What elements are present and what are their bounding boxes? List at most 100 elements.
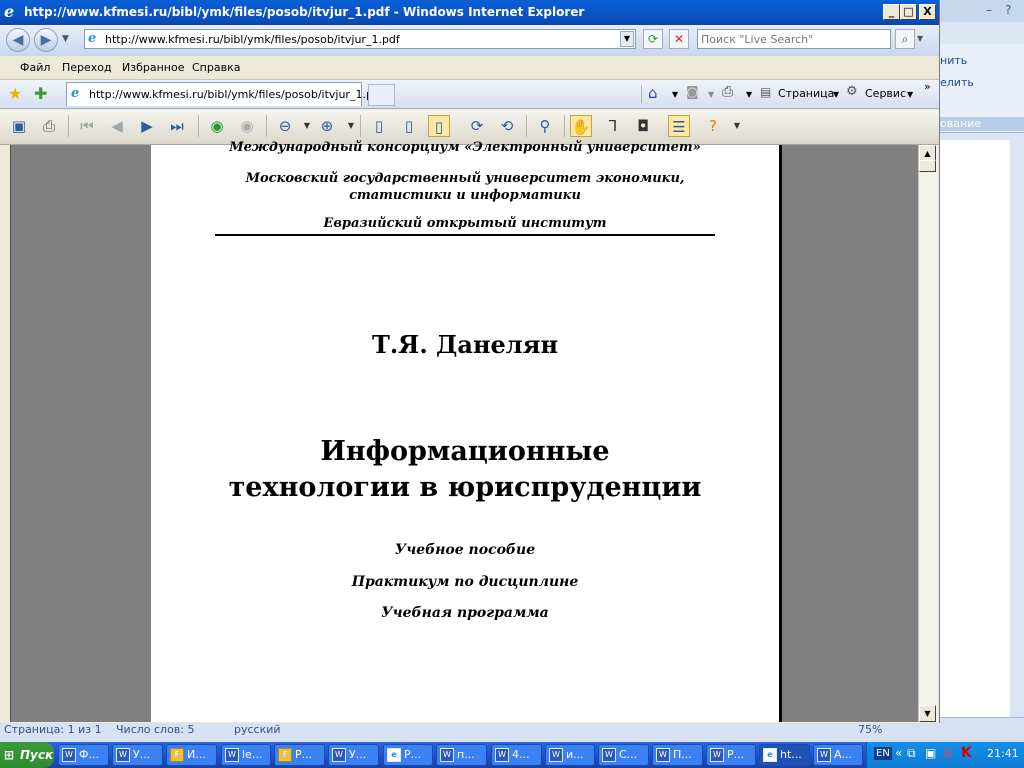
language-indicator[interactable]: EN: [874, 747, 892, 760]
print-pdf-icon[interactable]: ⎙: [38, 115, 60, 137]
back-button[interactable]: ◀: [6, 28, 30, 52]
add-favorite-icon[interactable]: ✚: [34, 84, 47, 103]
print-icon[interactable]: ⎙: [722, 84, 733, 100]
search-box[interactable]: [697, 29, 891, 49]
service-dropdown-icon[interactable]: ▼: [907, 90, 913, 99]
taskbar-item[interactable]: W У...: [328, 744, 379, 766]
history-dropdown-icon[interactable]: ▼: [62, 34, 69, 44]
minimize-button[interactable]: _: [883, 4, 900, 20]
next-view-icon[interactable]: ◉: [236, 115, 258, 137]
zoom-in-icon[interactable]: ⊕: [316, 115, 338, 137]
refresh-button[interactable]: ⟳: [643, 29, 663, 49]
minimize-icon[interactable]: –: [986, 3, 992, 17]
toolbar-separator: [526, 115, 527, 137]
taskbar-item[interactable]: e ht...: [759, 744, 810, 766]
menu-go[interactable]: Переход: [62, 61, 112, 74]
taskbar-item[interactable]: Wп...: [436, 744, 487, 766]
previous-view-icon[interactable]: ◉: [206, 115, 228, 137]
snapshot-camera-icon[interactable]: ◘: [632, 115, 654, 137]
first-page-icon[interactable]: ⏮: [76, 115, 98, 137]
save-icon[interactable]: ▣: [8, 115, 30, 137]
menu-favorites[interactable]: Избранное: [122, 61, 184, 74]
zoom-out-icon[interactable]: ⊖: [274, 115, 296, 137]
home-icon[interactable]: ⌂: [648, 84, 658, 102]
scroll-down-button[interactable]: ▼: [919, 705, 936, 722]
page-dropdown-icon[interactable]: ▼: [833, 90, 839, 99]
home-dropdown-icon[interactable]: ▼: [672, 90, 678, 99]
ribbon-item-1[interactable]: елить: [940, 76, 974, 89]
favorites-star-icon[interactable]: ★: [8, 84, 22, 103]
taskbar-item[interactable]: e Р...: [383, 744, 433, 766]
title-bar: e http://www.kfmesi.ru/bibl/ymk/files/po…: [0, 0, 939, 25]
hand-tool-icon[interactable]: ✋: [570, 115, 592, 137]
help-icon[interactable]: ?: [1005, 3, 1011, 17]
taskbar-item[interactable]: W Р...: [706, 744, 756, 766]
zoom-out-dropdown-icon[interactable]: ▼: [296, 115, 318, 137]
address-dropdown-icon[interactable]: ▼: [620, 31, 634, 47]
taskbar-item[interactable]: F Р...: [274, 744, 325, 766]
actual-size-icon[interactable]: ▯: [368, 115, 390, 137]
navigation-pane-icon[interactable]: ☰: [668, 115, 690, 137]
start-button[interactable]: ⊞ Пуск: [0, 742, 54, 768]
next-page-icon[interactable]: ▶: [136, 115, 158, 137]
zoom-in-dropdown-icon[interactable]: ▼: [340, 115, 362, 137]
rotate-counterclockwise-icon[interactable]: ⟲: [496, 115, 518, 137]
clock[interactable]: 21:41: [987, 747, 1019, 760]
taskbar-item[interactable]: W С...: [598, 744, 649, 766]
commandbar-overflow[interactable]: »: [924, 80, 931, 93]
ribbon-item-0[interactable]: нить: [940, 54, 967, 67]
new-tab-button[interactable]: [368, 84, 395, 106]
search-input[interactable]: [698, 30, 890, 48]
menu-help[interactable]: Справка: [192, 61, 240, 74]
gear-icon: ⚙: [846, 84, 858, 99]
background-word-window: – ? нить елить ование: [938, 0, 1024, 742]
service-menu-button[interactable]: Сервис: [865, 87, 906, 100]
scroll-thumb[interactable]: [919, 160, 936, 172]
taskbar-item[interactable]: Wи...: [545, 744, 595, 766]
taskbar-item[interactable]: W П...: [652, 744, 703, 766]
address-text[interactable]: http://www.kfmesi.ru/bibl/ymk/files/poso…: [105, 33, 400, 46]
tab-current[interactable]: e http://www.kfmesi.ru/bibl/ymk/files/po…: [66, 82, 384, 106]
taskbar-item[interactable]: W А...: [813, 744, 863, 766]
status-language[interactable]: русский: [234, 723, 281, 736]
display-icon[interactable]: ▣: [925, 746, 936, 760]
taskbar-item[interactable]: F И...: [166, 744, 217, 766]
forward-button[interactable]: ▶: [34, 28, 58, 52]
word-document-icon: W: [440, 748, 454, 762]
tab-page-icon: e: [71, 86, 80, 101]
text-select-icon[interactable]: Ꞁ: [602, 115, 624, 137]
taskbar-item[interactable]: W У...: [112, 744, 163, 766]
taskbar-item[interactable]: W 4...: [491, 744, 542, 766]
help-icon[interactable]: ?: [702, 115, 724, 137]
page-menu-button[interactable]: Страница: [778, 87, 834, 100]
stop-button[interactable]: ✕: [669, 29, 689, 49]
feeds-dropdown-icon[interactable]: ▼: [708, 90, 714, 99]
search-options-icon[interactable]: ▼: [917, 34, 923, 43]
taskbar-item-label: 4...: [512, 748, 530, 761]
feeds-icon[interactable]: ◙: [686, 85, 699, 100]
status-zoom[interactable]: 75%: [858, 723, 882, 736]
network-icon[interactable]: ⧉: [907, 746, 916, 761]
show-hidden-icons[interactable]: «: [895, 746, 902, 760]
vertical-scrollbar[interactable]: [918, 145, 938, 722]
find-binoculars-icon[interactable]: ⚲: [534, 115, 556, 137]
taskbar-item[interactable]: Wle...: [221, 744, 271, 766]
fit-page-icon[interactable]: ▯: [398, 115, 420, 137]
print-dropdown-icon[interactable]: ▼: [746, 90, 752, 99]
taskbar-item[interactable]: W Ф...: [58, 744, 109, 766]
previous-page-icon[interactable]: ◀: [106, 115, 128, 137]
author-name: Т.Я. Данелян: [371, 330, 559, 359]
menu-file[interactable]: Файл: [20, 61, 50, 74]
rotate-clockwise-icon[interactable]: ⟳: [466, 115, 488, 137]
search-icon[interactable]: ⌕: [895, 29, 915, 49]
background-word-document: [938, 140, 1010, 720]
fit-width-icon[interactable]: ▯: [428, 115, 450, 137]
no-entry-icon[interactable]: ⊘: [943, 746, 953, 760]
help-dropdown-icon[interactable]: ▼: [726, 115, 748, 137]
last-page-icon[interactable]: ⏭: [166, 115, 188, 137]
close-button[interactable]: X: [919, 4, 936, 20]
antivirus-icon[interactable]: K: [961, 745, 972, 761]
start-label: Пуск: [20, 748, 54, 762]
maximize-button[interactable]: □: [900, 4, 917, 20]
address-bar[interactable]: e http://www.kfmesi.ru/bibl/ymk/files/po…: [84, 29, 636, 49]
